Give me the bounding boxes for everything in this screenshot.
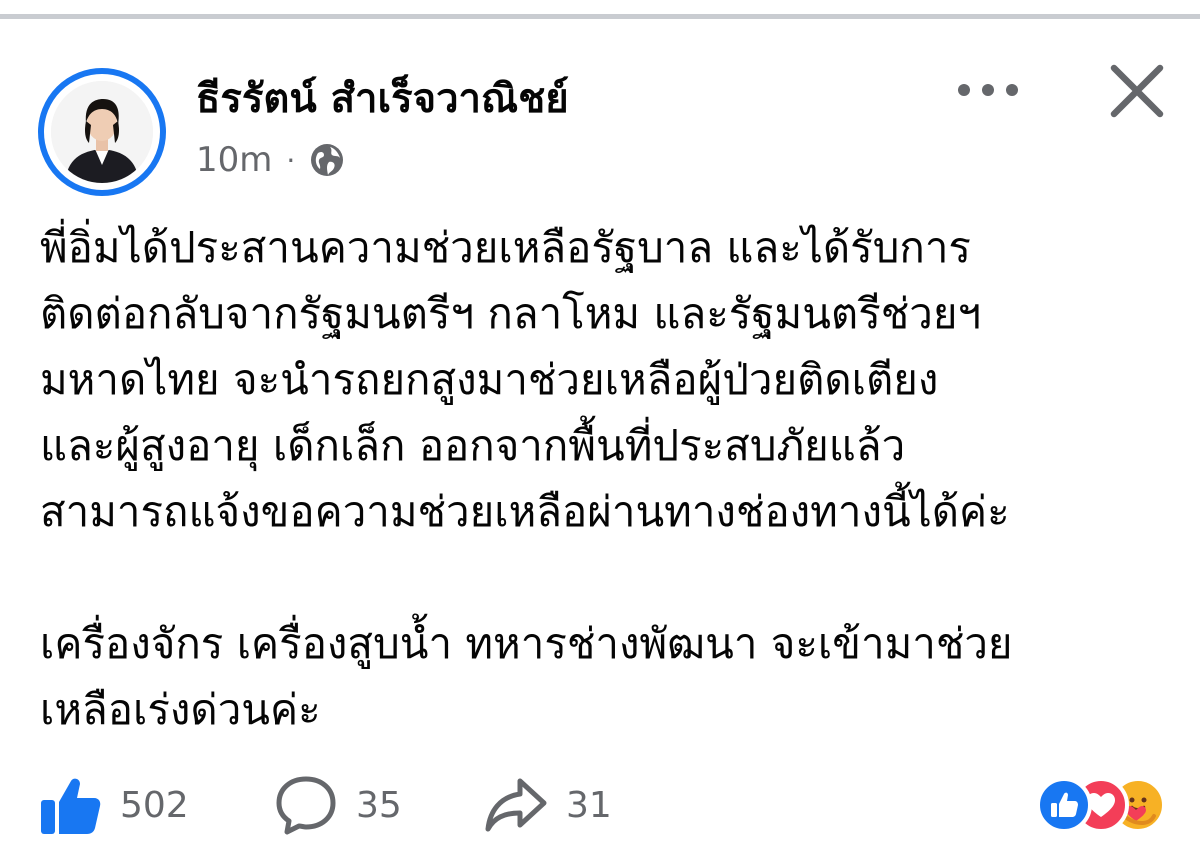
meta-separator: · <box>286 143 296 177</box>
comment-count: 35 <box>356 784 402 826</box>
close-icon[interactable] <box>1106 60 1168 122</box>
share-button[interactable]: 31 <box>484 770 612 840</box>
like-count: 502 <box>120 784 189 826</box>
post-time[interactable]: 10m <box>196 140 272 180</box>
reactions-summary[interactable] <box>1036 777 1166 833</box>
globe-icon <box>311 144 344 176</box>
avatar[interactable] <box>51 81 153 183</box>
more-options-button[interactable] <box>948 68 1028 112</box>
post-paragraph: พี่อิ่มได้ประสานความช่วยเหลือรัฐบาล และไ… <box>40 223 1010 536</box>
comment-bubble-icon <box>276 776 336 835</box>
post-text: พี่อิ่มได้ประสานความช่วยเหลือรัฐบาล และไ… <box>40 215 1180 743</box>
author-name[interactable]: ธีรรัตน์ สำเร็จวาณิชย์ <box>196 66 569 130</box>
top-divider <box>0 14 1200 19</box>
post-actions-bar: 502 35 31 <box>38 770 1178 840</box>
avatar-photo <box>51 81 153 183</box>
more-dots-icon <box>958 84 1018 96</box>
comment-button[interactable]: 35 <box>274 770 402 840</box>
thumbs-up-icon <box>41 778 101 834</box>
post-paragraph: เครื่องจักร เครื่องสูบน้ำ ทหารช่างพัฒนา … <box>40 619 1013 734</box>
post-header: ธีรรัตน์ สำเร็จวาณิชย์ 10m · <box>38 58 1178 196</box>
profile-avatar-ring[interactable] <box>38 68 166 196</box>
share-arrow-icon <box>485 778 547 832</box>
post-meta: 10m · <box>196 138 345 182</box>
like-reaction-icon <box>1036 777 1092 833</box>
share-count: 31 <box>566 784 612 826</box>
like-button[interactable]: 502 <box>38 770 189 840</box>
